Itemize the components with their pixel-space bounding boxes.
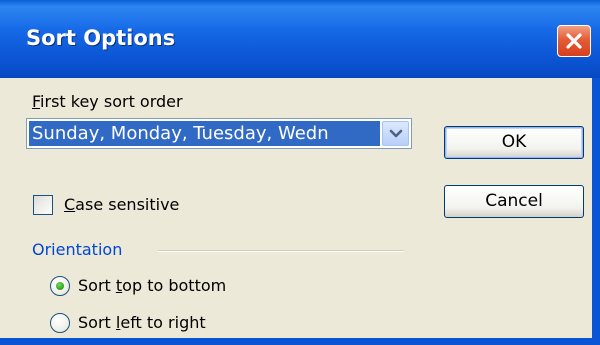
ok-button[interactable]: OK [444,126,584,159]
window-title: Sort Options [26,26,176,50]
first-key-selected-value: Sunday, Monday, Tuesday, Wedn [29,121,380,146]
case-sensitive-label[interactable]: Case sensitive [64,195,179,214]
radio-selected-dot [56,282,64,290]
sort-left-to-right-label[interactable]: Sort left to right [78,313,206,332]
orientation-group-divider [158,250,404,252]
sort-top-to-bottom-radio[interactable] [50,276,70,296]
cancel-button[interactable]: Cancel [444,185,584,218]
close-icon [566,33,582,49]
sort-left-to-right-radio[interactable] [50,313,70,333]
first-key-sort-order-label: First key sort order [32,92,183,111]
option-text-after: op to bottom [122,276,227,295]
case-sensitive-label-text: ase sensitive [75,195,180,214]
sort-top-to-bottom-label[interactable]: Sort top to bottom [78,276,226,295]
option-text-before: Sort [78,276,116,295]
first-key-accelerator: F [32,92,41,111]
option-text-after: eft to right [120,313,206,332]
first-key-label-text: irst key sort order [40,92,183,111]
case-sensitive-checkbox[interactable] [33,195,53,215]
dropdown-button[interactable] [382,121,409,146]
window-frame-right [592,78,600,345]
orientation-group-label: Orientation [32,240,123,259]
close-button[interactable] [557,25,591,57]
sort-options-dialog: Sort Options First key sort order Sunday… [0,0,600,345]
case-sensitive-accelerator: C [64,195,76,214]
chevron-down-icon [389,129,403,138]
window-frame-bottom [0,338,600,345]
first-key-sort-order-select[interactable]: Sunday, Monday, Tuesday, Wedn [26,118,412,149]
title-bar[interactable]: Sort Options [0,0,600,78]
option-text-before: Sort [78,313,116,332]
